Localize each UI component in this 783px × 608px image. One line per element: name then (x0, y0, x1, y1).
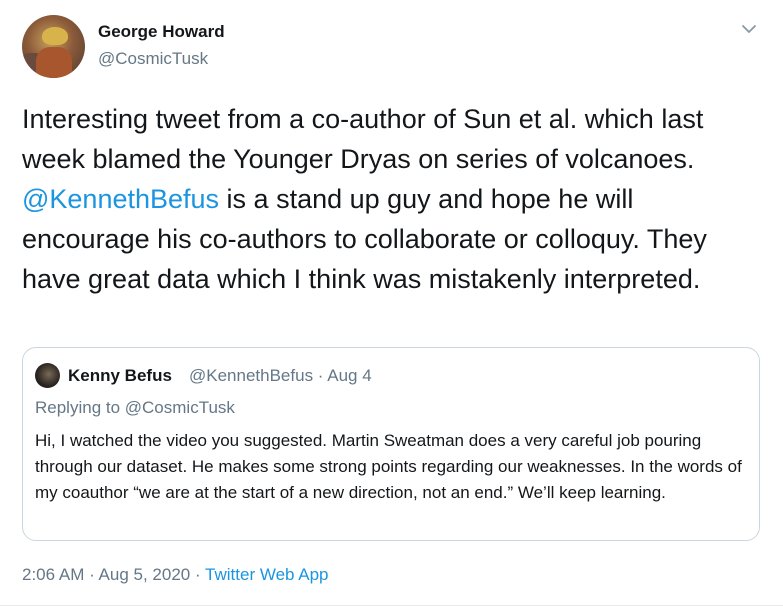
author-handle[interactable]: @CosmicTusk (98, 49, 208, 69)
tweet-text-part: Interesting tweet from a co-author of Su… (22, 104, 704, 174)
avatar-body-shape (36, 47, 72, 78)
quoted-tweet-text: Hi, I watched the video you suggested. M… (35, 431, 742, 502)
tweet-timestamp[interactable]: 2:06 AM · Aug 5, 2020 · (22, 565, 205, 584)
tweet-card: George Howard @CosmicTusk Interesting tw… (0, 0, 783, 608)
quoted-author-avatar[interactable] (35, 363, 60, 388)
divider (0, 605, 783, 606)
quoted-tweet[interactable]: Kenny Befus @KennethBefus · Aug 4 Replyi… (22, 347, 760, 541)
replying-to-label: Replying to @CosmicTusk (35, 398, 235, 417)
source-app-link[interactable]: Twitter Web App (205, 565, 328, 584)
author-name[interactable]: George Howard (98, 22, 225, 42)
mention-link[interactable]: @KennethBefus (22, 184, 219, 214)
quoted-author-name: Kenny Befus (68, 366, 172, 385)
avatar-hat-shape (42, 27, 68, 45)
chevron-down-icon[interactable] (738, 18, 760, 40)
author-avatar[interactable] (22, 15, 85, 78)
tweet-body: Interesting tweet from a co-author of Su… (22, 99, 762, 299)
tweet-footer: 2:06 AM · Aug 5, 2020 · Twitter Web App (22, 565, 329, 585)
quoted-author-meta: @KennethBefus · Aug 4 (189, 366, 372, 385)
